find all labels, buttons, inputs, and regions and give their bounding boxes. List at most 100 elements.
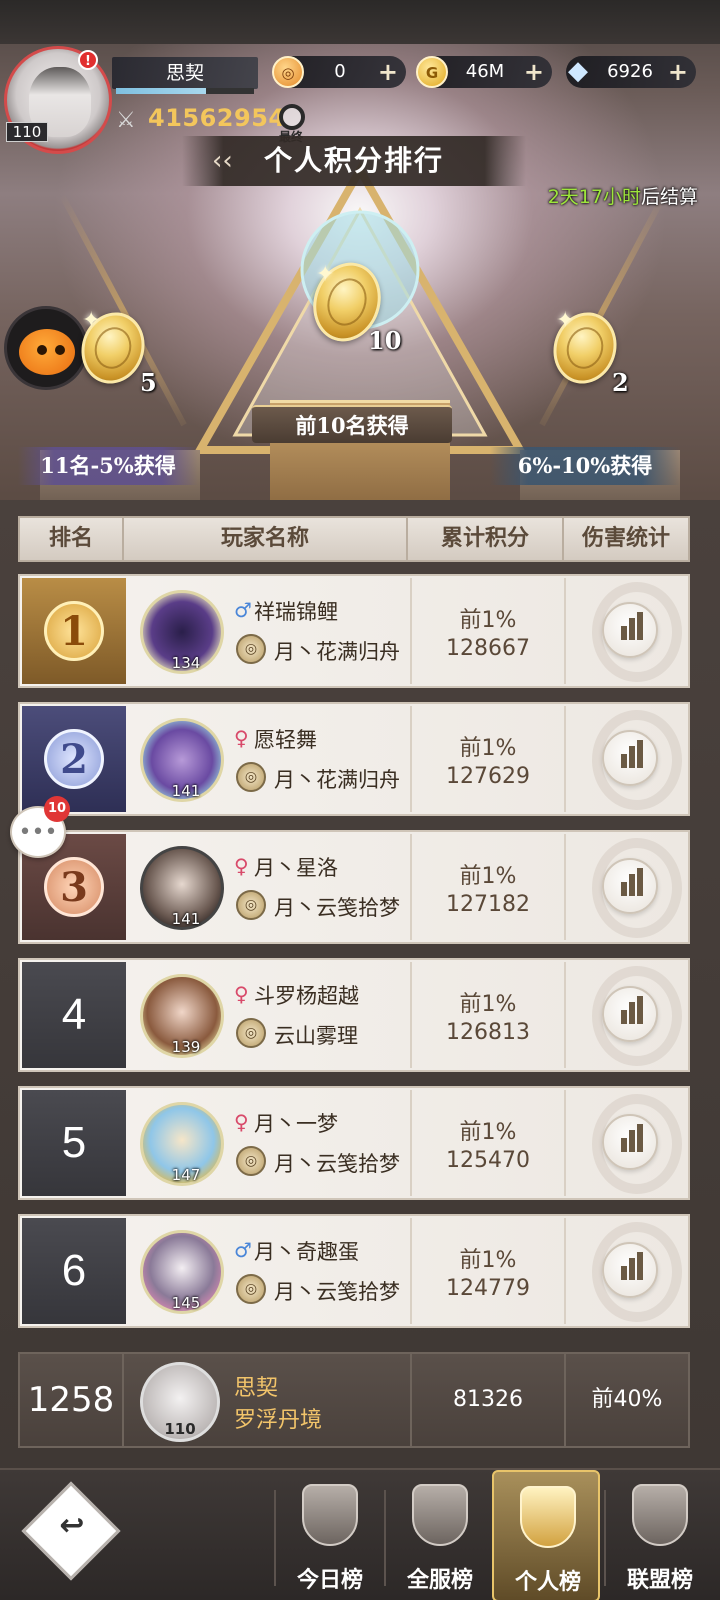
guild-icon: ◎ — [236, 634, 266, 664]
header-rank: 排名 — [20, 518, 124, 560]
damage-stats-button[interactable] — [602, 730, 658, 786]
score-percent: 前1% — [459, 864, 517, 889]
score-value: 128667 — [446, 636, 530, 661]
table-header: 排名 玩家名称 累计积分 伤害统计 — [18, 516, 690, 562]
score-cell: 前1% 125470 — [410, 1090, 566, 1196]
table-row[interactable]: 1 134 ♂ 祥瑞锦鲤 ◎ 月丶花满归舟 前1% 128667 — [18, 574, 690, 688]
bar-chart-icon — [637, 1252, 643, 1280]
player-name: 斗罗杨超越 — [254, 984, 359, 1008]
damage-stats-button[interactable] — [602, 602, 658, 658]
score-cell: 前1% 127182 — [410, 834, 566, 940]
crossed-swords-icon: ⚔ — [116, 108, 136, 133]
bar-chart-icon — [629, 1130, 635, 1152]
table-row[interactable]: 3 141 ♀ 月丶星洛 ◎ 月丶云笺拾梦 前1% 127182 — [18, 830, 690, 944]
score-value: 127182 — [446, 892, 530, 917]
player-level: 141 — [171, 782, 201, 800]
magnifier-icon[interactable] — [279, 104, 305, 130]
guild-name: 月丶云笺拾梦 — [274, 896, 400, 920]
guild-name: 月丶云笺拾梦 — [274, 1280, 400, 1304]
sparkle-icon: ✦ — [556, 308, 575, 333]
damage-stats-button[interactable] — [602, 986, 658, 1042]
my-percent: 前40% — [591, 1387, 663, 1412]
page-title: 个人积分排行 — [182, 136, 526, 186]
add-gold-coin-button[interactable]: + — [524, 56, 544, 88]
chevron-left-icon: ‹‹ — [212, 146, 233, 176]
countdown-time: 2天17小时 — [547, 186, 641, 208]
rank-number: 5 — [61, 1118, 87, 1167]
my-score: 81326 — [410, 1354, 566, 1446]
female-icon: ♀ — [234, 982, 249, 1006]
player-level: 141 — [171, 910, 201, 928]
header-total-score: 累计积分 — [408, 518, 564, 560]
female-icon: ♀ — [234, 726, 249, 750]
light-beam — [59, 193, 187, 427]
player-name: 月丶奇趣蛋 — [254, 1240, 359, 1264]
tier-label-11-5pct: 11名-5%获得 — [18, 447, 198, 485]
add-orange-coin-button[interactable]: + — [378, 56, 398, 88]
add-diamond-button[interactable]: + — [668, 56, 688, 88]
female-icon: ♀ — [234, 1110, 249, 1134]
pumpkin-eye — [37, 345, 47, 355]
my-ranking-row[interactable]: 1258 110 思契 罗浮丹境 81326 前40% — [18, 1352, 690, 1448]
score-cell: 前1% 127629 — [410, 706, 566, 812]
pumpkin-eye — [55, 345, 65, 355]
player-level: 145 — [171, 1294, 201, 1312]
reward-count-top10: 10 — [368, 326, 402, 355]
tab-personal[interactable]: 个人榜 — [492, 1470, 600, 1600]
score-cell: 前1% 126813 — [410, 962, 566, 1068]
today-rank-icon — [302, 1484, 358, 1546]
my-rank: 1258 — [20, 1354, 124, 1446]
guild-name: 月丶花满归舟 — [274, 768, 400, 792]
table-row[interactable]: 2 141 ♀ 愿轻舞 ◎ 月丶花满归舟 前1% 127629 — [18, 702, 690, 816]
score-cell: 前1% 124779 — [410, 1218, 566, 1324]
player-level: 147 — [171, 1166, 201, 1184]
tab-server[interactable]: 全服榜 — [386, 1470, 494, 1600]
score-value: 124779 — [446, 1276, 530, 1301]
rank-number: 6 — [61, 1246, 87, 1295]
damage-stats-button[interactable] — [602, 1242, 658, 1298]
countdown-suffix: 后结算 — [640, 186, 698, 208]
tab-label: 个人榜 — [514, 1569, 581, 1595]
bar-chart-icon — [637, 996, 643, 1024]
my-level: 110 — [164, 1420, 196, 1438]
pumpkin-event-icon[interactable] — [4, 306, 88, 390]
player-level: 134 — [171, 654, 201, 672]
rank-cell: 5 — [22, 1090, 126, 1196]
score-percent: 前1% — [459, 1120, 517, 1145]
guild-name: 云山雾理 — [274, 1024, 358, 1048]
rank-crown-badge: 2 — [44, 729, 104, 789]
sparkle-icon: ✦ — [82, 308, 101, 333]
female-icon: ♀ — [234, 854, 249, 878]
pumpkin-body — [19, 329, 75, 375]
reward-count-tier3: 2 — [612, 368, 629, 397]
exp-bar — [116, 88, 254, 94]
countdown: 2天17小时后结算 — [548, 182, 698, 209]
currency-value: 46M — [465, 61, 505, 82]
sparkle-icon: ✦ — [316, 262, 335, 287]
tab-label: 联盟榜 — [626, 1567, 693, 1593]
tab-label: 今日榜 — [296, 1567, 363, 1593]
damage-stats-button[interactable] — [602, 1114, 658, 1170]
exp-fill — [116, 88, 206, 94]
rank-crown-badge: 1 — [44, 601, 104, 661]
bar-chart-icon — [629, 746, 635, 768]
score-cell: 前1% 128667 — [410, 578, 566, 684]
guild-icon: ◎ — [236, 762, 266, 792]
alliance-rank-icon — [632, 1484, 688, 1546]
bar-chart-icon — [637, 740, 643, 768]
bar-chart-icon — [621, 1138, 627, 1152]
tab-today[interactable]: 今日榜 — [276, 1470, 384, 1600]
score-percent: 前1% — [459, 1248, 517, 1273]
rank-number: 4 — [61, 990, 87, 1039]
currency-gold-coin: G 46M + — [416, 56, 552, 88]
bar-chart-icon — [621, 1266, 627, 1280]
table-row[interactable]: 6 145 ♂ 月丶奇趣蛋 ◎ 月丶云笺拾梦 前1% 124779 — [18, 1214, 690, 1328]
table-row[interactable]: 5 147 ♀ 月丶一梦 ◎ 月丶云笺拾梦 前1% 125470 — [18, 1086, 690, 1200]
tab-alliance[interactable]: 联盟榜 — [606, 1470, 714, 1600]
bar-chart-icon — [629, 1002, 635, 1024]
diamond-icon: ◆ — [568, 56, 588, 86]
bar-chart-icon — [637, 612, 643, 640]
damage-stats-button[interactable] — [602, 858, 658, 914]
bar-chart-icon — [621, 1010, 627, 1024]
table-row[interactable]: 4 139 ♀ 斗罗杨超越 ◎ 云山雾理 前1% 126813 — [18, 958, 690, 1072]
